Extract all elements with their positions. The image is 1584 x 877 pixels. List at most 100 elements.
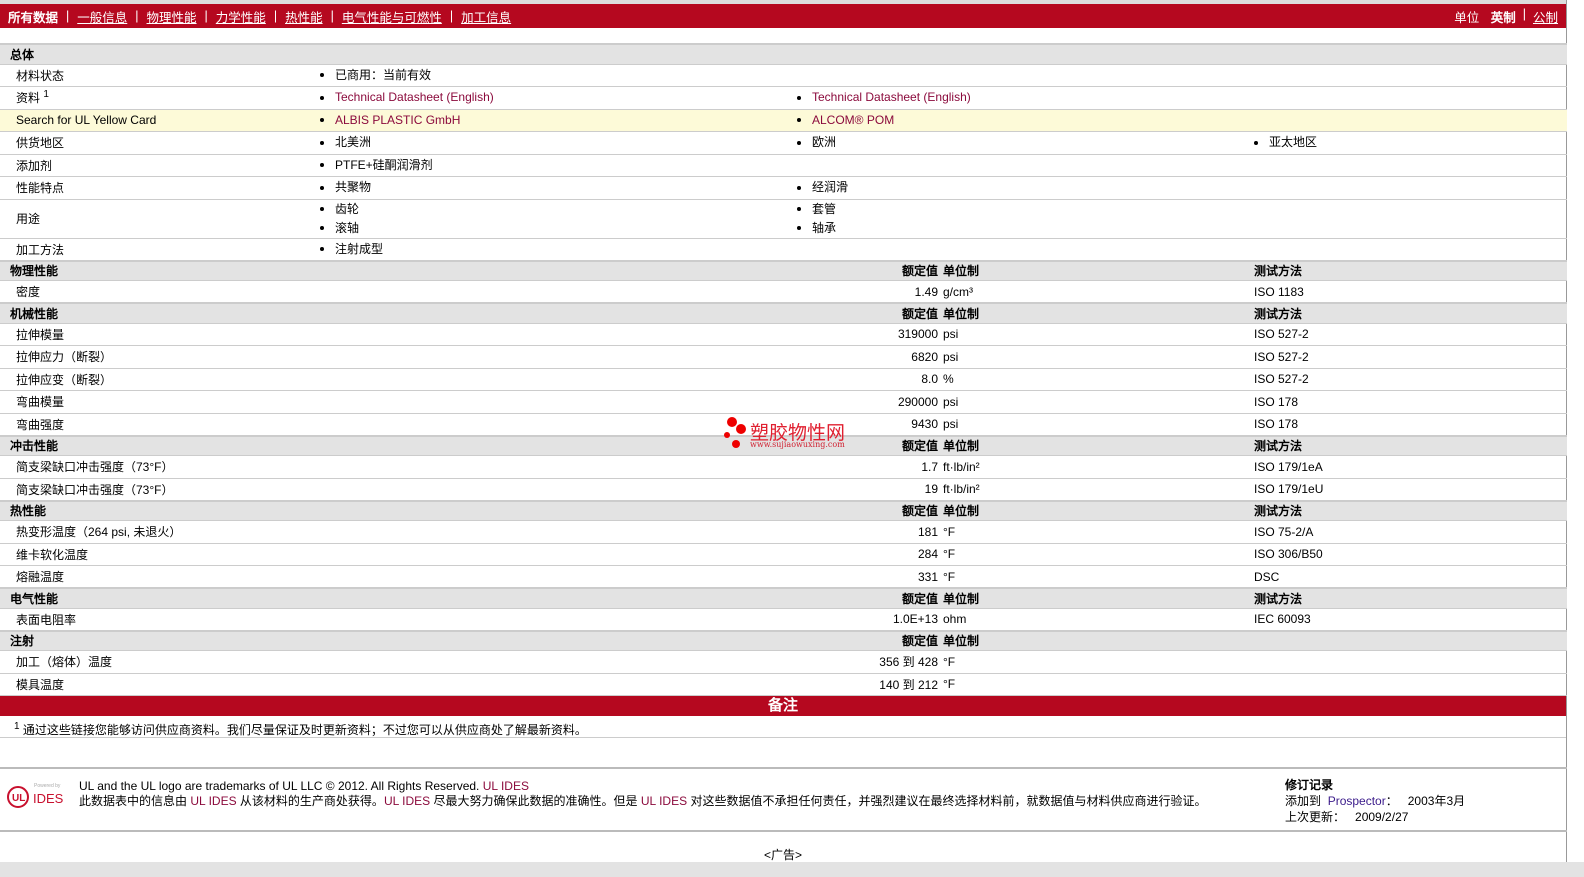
nav-tab-0[interactable]: 所有数据 (8, 7, 58, 26)
value-cell: 北美洲 (320, 131, 797, 155)
value-item: 套管 (797, 200, 1254, 219)
test-method: ISO 178 (1254, 413, 1567, 436)
ul-ides-link[interactable]: UL IDES (190, 794, 236, 808)
row-label: 用途 (0, 199, 320, 239)
value-cell: 已商用：当前有效 (320, 64, 797, 87)
property-unit: ft·lb/in² (943, 478, 1254, 501)
revision-history: 修订记录 添加到 Prospector： 2003年3月 上次更新： 2009/… (1285, 777, 1465, 825)
property-name: 简支梁缺口冲击强度（73°F） (0, 455, 797, 479)
test-method: IEC 60093 (1254, 608, 1567, 631)
value-link[interactable]: Technical Datasheet (English) (797, 88, 1254, 107)
property-unit: psi (943, 390, 1254, 414)
section-header: 冲击性能 额定值 单位制 测试方法 (0, 434, 1567, 456)
property-value: 8.0 (797, 368, 943, 391)
disclaimer-text: 尽最大努力确保此数据的准确性。但是 (430, 794, 641, 808)
col-header-value: 额定值 (797, 499, 943, 521)
value-link[interactable]: ALCOM® POM (797, 111, 1254, 130)
col-header-value: 额定值 (797, 434, 943, 456)
prospector-link[interactable]: Prospector (1328, 794, 1386, 808)
value-cell: Technical Datasheet (English) (797, 86, 1254, 110)
nav-separator: | (135, 9, 139, 23)
value-cell: 共聚物 (320, 176, 797, 200)
nav-tab-2[interactable]: 物理性能 (147, 7, 197, 26)
property-row: 维卡软化温度 284 °F ISO 306/B50 (0, 543, 1567, 566)
nav-tab-3[interactable]: 力学性能 (216, 7, 266, 26)
property-row: 简支梁缺口冲击强度（73°F） 1.7 ft·lb/in² ISO 179/1eA (0, 455, 1567, 479)
property-name: 拉伸应力（断裂） (0, 345, 797, 369)
value-cell: PTFE+硅酮润滑剂 (320, 154, 797, 177)
property-row: 拉伸应变（断裂） 8.0% ISO 527-2 (0, 368, 1567, 391)
ul-ides-link[interactable]: UL IDES (641, 794, 687, 808)
window-bottom-bar (0, 862, 1584, 877)
property-value: 1.0E+13 (797, 608, 943, 631)
ad-label: <广告> (764, 848, 803, 862)
row-label: 添加剂 (0, 154, 320, 177)
col-header-unit: 单位制 (943, 629, 1153, 651)
property-unit: psi (943, 323, 1254, 346)
property-name: 加工（熔体）温度 (0, 650, 797, 674)
col-header-value: 额定值 (797, 629, 943, 651)
value-link[interactable]: ALBIS PLASTIC GmbH (320, 111, 797, 130)
added-label: 添加到 (1285, 794, 1322, 808)
nav-tab-4[interactable]: 热性能 (285, 7, 323, 26)
footnote: 1 通过这些链接您能够访问供应商资料。我们尽量保证及时更新资料；不过您可以从供应… (0, 716, 1566, 738)
general-row: 性能特点 共聚物 经润滑 (0, 176, 1567, 200)
ul-ides-link[interactable]: UL IDES (483, 779, 529, 793)
trademark-text: UL and the UL logo are trademarks of UL … (79, 779, 480, 793)
section-title: 物理性能 (0, 259, 797, 281)
section-header: 注射 额定值 单位制 (0, 629, 1567, 651)
test-method: DSC (1254, 565, 1567, 589)
general-row: 资料 1 Technical Datasheet (English) Technic… (0, 86, 1567, 110)
disclaimer-text: 对这些数据值不承担任何责任，并强烈建议在最终选择材料前，就数据值与材料供应商进行… (687, 794, 1207, 808)
test-method: ISO 527-2 (1254, 345, 1567, 369)
value-cell: ALCOM® POM (797, 109, 1254, 132)
property-name: 表面电阻率 (0, 608, 797, 631)
nav-separator: | (330, 9, 334, 23)
property-name: 拉伸模量 (0, 323, 797, 346)
general-row: 供货地区 北美洲 欧洲 亚太地区 (0, 131, 1567, 155)
nav-separator: | (273, 9, 278, 23)
row-label: Search for UL Yellow Card (0, 109, 320, 132)
property-name: 密度 (0, 280, 797, 304)
test-method: ISO 179/1eU (1254, 478, 1567, 501)
property-unit: psi (943, 413, 1254, 436)
row-label: 加工方法 (0, 238, 320, 261)
row-label: 性能特点 (0, 176, 320, 200)
value-item: 齿轮 (320, 200, 797, 219)
nav-separator: | (66, 9, 70, 23)
value-cell: 注射成型 (320, 238, 797, 261)
nav-tab-1[interactable]: 一般信息 (77, 7, 127, 26)
unit-metric-link[interactable]: 公制 (1533, 7, 1558, 26)
section-header: 电气性能 额定值 单位制 测试方法 (0, 587, 1567, 609)
general-row: 添加剂 PTFE+硅酮润滑剂 (0, 154, 1567, 177)
value-item: 共聚物 (320, 178, 797, 197)
disclaimer-text: 从该材料的生产商处获得。 (236, 794, 384, 808)
property-unit: °F (943, 543, 1254, 566)
disclaimer-text: 此数据表中的信息由 (79, 794, 191, 808)
row-label: 材料状态 (0, 64, 320, 87)
nav-tab-5[interactable]: 电气性能与可燃性 (342, 7, 442, 26)
property-value: 19 (797, 478, 943, 501)
value-cell: Technical Datasheet (English) (320, 86, 797, 110)
property-unit: psi (943, 345, 1254, 369)
general-row: 材料状态 已商用：当前有效 (0, 64, 1567, 87)
property-row: 简支梁缺口冲击强度（73°F） 19 ft·lb/in² ISO 179/1eU (0, 478, 1567, 501)
unit-label: 单位 (1454, 10, 1480, 25)
property-value: 331 (797, 565, 943, 589)
svg-text:IDES: IDES (33, 791, 64, 806)
property-value: 1.7 (797, 455, 943, 479)
col-header-unit: 单位制 (943, 259, 1153, 281)
top-tabs-strip (0, 0, 1566, 4)
added-date: 2003年3月 (1407, 794, 1466, 808)
nav-tab-6[interactable]: 加工信息 (461, 7, 511, 26)
value-item: 经润滑 (797, 178, 1254, 197)
ul-ides-link[interactable]: UL IDES (384, 794, 430, 808)
property-name: 弯曲模量 (0, 390, 797, 414)
value-link[interactable]: Technical Datasheet (English) (320, 88, 797, 107)
property-row: 弯曲模量 290000 psi ISO 178 (0, 390, 1567, 414)
col-header-test: 测试方法 (1254, 302, 1567, 324)
col-header-test: 测试方法 (1254, 259, 1567, 281)
col-header-test: 测试方法 (1254, 499, 1567, 521)
value-cell: 套管 轴承 (797, 199, 1254, 239)
property-unit: °F (943, 673, 1254, 696)
